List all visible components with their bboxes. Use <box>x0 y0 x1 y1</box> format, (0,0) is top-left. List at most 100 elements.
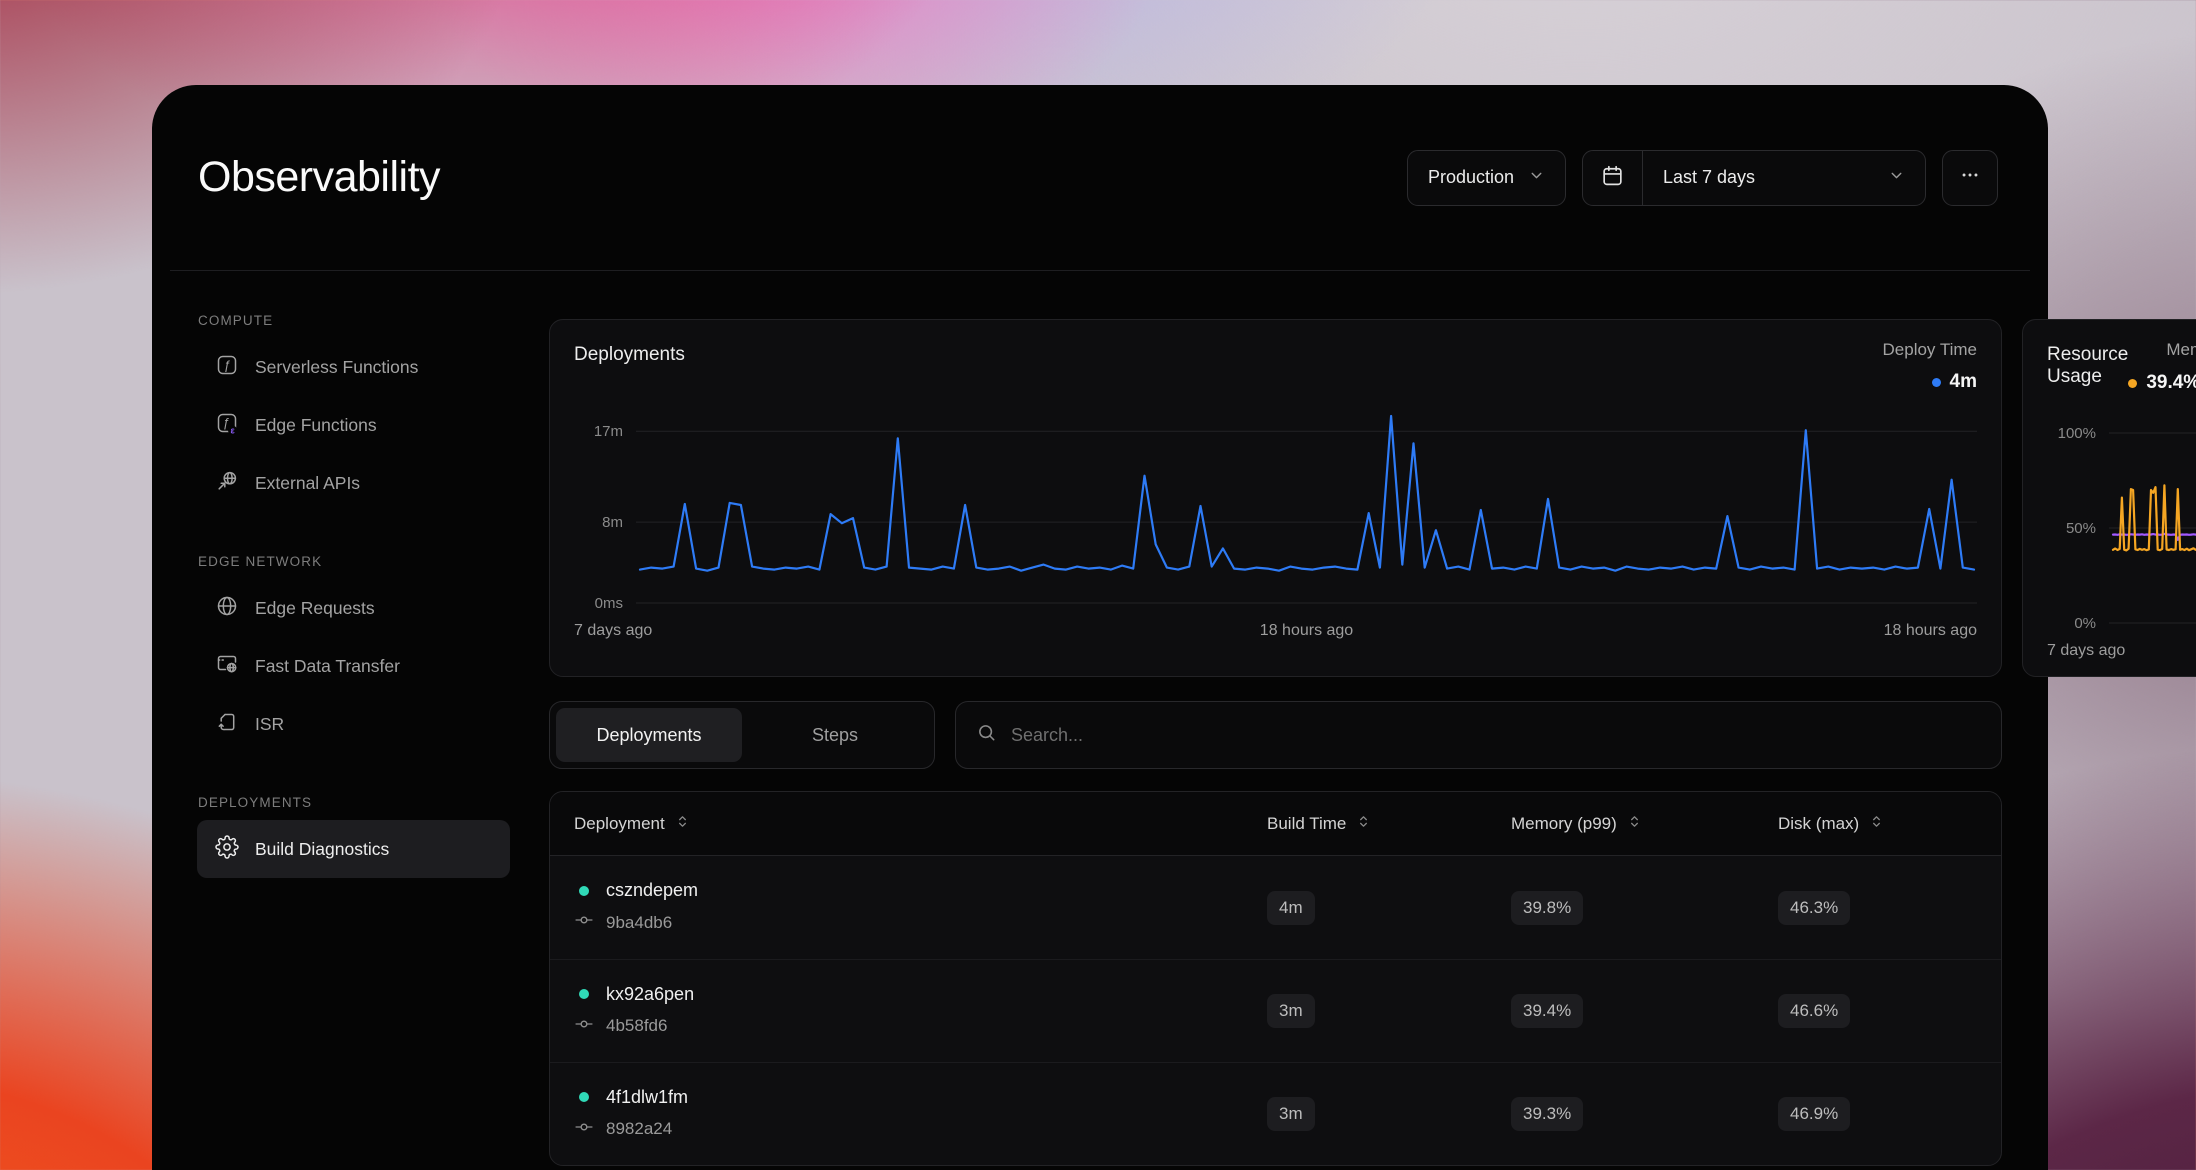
legend-dot <box>2128 379 2137 388</box>
svg-text:7 days ago: 7 days ago <box>574 622 652 639</box>
memory-p99-value-cell: 39.8% <box>1511 891 1778 925</box>
deployment-cell: cszndepem9ba4db6 <box>574 880 1267 935</box>
column-label: Memory (p99) <box>1511 814 1617 834</box>
disk-max-value-cell: 46.6% <box>1778 994 1977 1028</box>
deployments-table: Deployment Build Time Memory (p99) Disk (ma… <box>549 791 2002 1166</box>
commit-hash: 4b58fd6 <box>606 1016 667 1036</box>
commit-icon <box>574 910 594 935</box>
environment-selector[interactable]: Production <box>1407 150 1566 206</box>
svg-text:18 hours ago: 18 hours ago <box>1884 622 1977 639</box>
data-transfer-icon <box>215 652 239 681</box>
ellipsis-icon <box>1959 164 1981 191</box>
sidebar-item-edge-functions[interactable]: ƒεEdge Functions <box>197 396 510 454</box>
sidebar-item-fast-data-transfer[interactable]: Fast Data Transfer <box>197 637 510 695</box>
deployment-name-line: cszndepem <box>574 880 1267 901</box>
svg-text:0%: 0% <box>2074 615 2096 632</box>
column-label: Disk (max) <box>1778 814 1859 834</box>
calendar-button[interactable] <box>1583 151 1643 205</box>
sidebar-item-isr[interactable]: ISR <box>197 695 510 753</box>
build-time-value: 4m <box>1267 891 1315 925</box>
status-dot-wrap <box>574 1092 594 1102</box>
isr-icon <box>215 710 239 739</box>
column-label: Deployment <box>574 814 665 834</box>
search-box[interactable] <box>955 701 2002 769</box>
legend-value: 39.4% <box>2146 372 2196 394</box>
tab-group: DeploymentsSteps <box>549 701 935 769</box>
disk-max-value-cell: 46.9% <box>1778 1097 1977 1131</box>
sidebar-item-label: Edge Functions <box>255 415 377 436</box>
column-label: Build Time <box>1267 814 1346 834</box>
sort-icon <box>1627 814 1642 834</box>
chart-legend: Deploy Time4m <box>1883 340 1977 393</box>
status-dot-wrap <box>574 886 594 896</box>
deployment-name-line: 4f1dlw1fm <box>574 1087 1267 1108</box>
legend-value: 4m <box>1950 371 1977 393</box>
content: COMPUTE ƒ Serverless Functionsƒ ε Edge Funct… <box>152 271 2048 1166</box>
column-header-build-time[interactable]: Build Time <box>1267 814 1511 834</box>
table-row[interactable]: kx92a6pen4b58fd63m39.4%46.6% <box>550 959 2001 1062</box>
sidebar-item-serverless-functions[interactable]: ƒ Serverless Functions <box>197 338 510 396</box>
disk-max-value: 46.3% <box>1778 891 1850 925</box>
function-icon: ƒ <box>215 353 239 382</box>
chart-legend: Memory (p99)39.4%+0.4%Disk (max)46.6% <box>2128 340 2196 413</box>
status-dot <box>579 886 589 896</box>
date-range-control: Last 7 days <box>1582 150 1926 206</box>
legend-value-row: 4m <box>1932 371 1977 393</box>
table-row[interactable]: 4f1dlw1fm8982a243m39.3%46.9% <box>550 1062 2001 1165</box>
column-header-disk-max-[interactable]: Disk (max) <box>1778 814 1977 834</box>
chart-plot: 17m8m0ms7 days ago18 hours ago18 hours a… <box>574 397 1977 648</box>
commit-icon <box>574 1014 594 1039</box>
sidebar-item-label: Fast Data Transfer <box>255 656 400 677</box>
sidebar: COMPUTE ƒ Serverless Functionsƒ ε Edge Funct… <box>197 271 510 1166</box>
tab-steps[interactable]: Steps <box>742 708 928 762</box>
sidebar-item-label: Serverless Functions <box>255 357 418 378</box>
table-row[interactable]: cszndepem9ba4db64m 39.8% 46.3% <box>550 856 2001 959</box>
memory-p99-value: 39.8% <box>1511 891 1583 925</box>
svg-text:7 days ago: 7 days ago <box>2047 642 2125 659</box>
date-range-selector[interactable]: Last 7 days <box>1643 151 1925 205</box>
header-controls: Production Last 7 days <box>1407 150 1998 206</box>
svg-text:8m: 8m <box>602 514 623 531</box>
sidebar-section: EDGE NETWORK Edge Requests Fast Data Trans… <box>197 554 510 753</box>
table-header: Deployment Build Time Memory (p99) Disk (ma… <box>550 792 2001 856</box>
legend-item: Memory (p99)39.4%+0.4% <box>2128 340 2196 413</box>
sidebar-section-label: COMPUTE <box>197 313 510 328</box>
svg-text:100%: 100% <box>2058 425 2096 442</box>
sidebar-item-label: ISR <box>255 714 284 735</box>
deployment-cell: kx92a6pen 4b58fd6 <box>574 984 1267 1039</box>
sidebar-section-label: EDGE NETWORK <box>197 554 510 569</box>
sidebar-item-external-apis[interactable]: External APIs <box>197 454 510 512</box>
svg-text:18 hours ago: 18 hours ago <box>1260 622 1354 639</box>
build-time-value: 3m <box>1267 1097 1315 1131</box>
sidebar-item-edge-requests[interactable]: Edge Requests <box>197 579 510 637</box>
svg-text:17m: 17m <box>594 423 623 440</box>
tab-deployments[interactable]: Deployments <box>556 708 742 762</box>
deployment-cell: 4f1dlw1fm 8982a24 <box>574 1087 1267 1142</box>
chart-card-header: DeploymentsDeploy Time4m <box>574 340 1977 393</box>
search-input[interactable] <box>1011 725 1981 746</box>
chart-card-deployments: DeploymentsDeploy Time4m17m8m0ms7 days a… <box>549 319 2002 677</box>
chart-title: Resource Usage <box>2047 340 2128 388</box>
more-options-button[interactable] <box>1942 150 1998 206</box>
legend-value-row: 39.4%+0.4% <box>2128 371 2196 395</box>
column-header-memory-p99-[interactable]: Memory (p99) <box>1511 814 1778 834</box>
svg-text:50%: 50% <box>2066 520 2096 537</box>
app-header: Observability Production Last 7 days <box>152 85 2048 270</box>
external-apis-icon <box>215 469 239 498</box>
sidebar-item-label: Build Diagnostics <box>255 839 389 860</box>
chevron-down-icon <box>1888 167 1905 189</box>
chart-card-resource-usage: Resource UsageMemory (p99)39.4%+0.4%Disk… <box>2022 319 2196 677</box>
sidebar-item-build-diagnostics[interactable]: Build Diagnostics <box>197 820 510 878</box>
memory-p99-value: 39.4% <box>1511 994 1583 1028</box>
chevron-down-icon <box>1528 167 1545 189</box>
deployment-commit-line: 4b58fd6 <box>574 1014 1267 1039</box>
column-header-deployment[interactable]: Deployment <box>574 814 1267 834</box>
sidebar-item-label: Edge Requests <box>255 598 375 619</box>
toolbar: DeploymentsSteps <box>549 701 2002 769</box>
deployment-commit-line: 8982a24 <box>574 1117 1267 1142</box>
svg-text:ε: ε <box>230 425 235 435</box>
sidebar-section: COMPUTE ƒ Serverless Functionsƒ ε Edge Funct… <box>197 313 510 512</box>
sort-icon <box>1356 814 1371 834</box>
deployment-name: 4f1dlw1fm <box>606 1087 688 1108</box>
deployment-name: kx92a6pen <box>606 984 694 1005</box>
